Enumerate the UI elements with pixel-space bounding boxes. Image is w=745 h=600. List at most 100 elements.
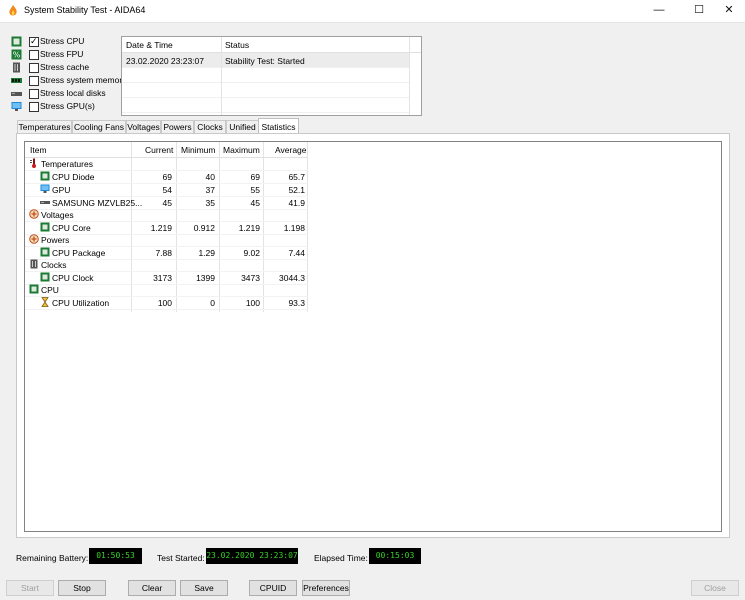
cpu-icon xyxy=(40,272,50,282)
status-log-empty-row xyxy=(122,68,409,83)
stress-fpu-checkbox[interactable] xyxy=(29,50,39,60)
minimum-value: 37 xyxy=(205,185,215,195)
maximum-value: 3473 xyxy=(241,273,260,283)
group-name: Temperatures xyxy=(41,159,93,169)
stress-cache-option[interactable]: Stress cache xyxy=(11,62,126,75)
stress-cpu-checkbox[interactable] xyxy=(29,36,39,47)
preferences-button[interactable]: Preferences xyxy=(302,580,350,596)
tab-temperatures[interactable]: Temperatures xyxy=(17,120,72,134)
stress-fpu-option[interactable]: % Stress FPU xyxy=(11,49,126,62)
status-log-table[interactable]: Date & Time Status 23.02.2020 23:23:07 S… xyxy=(121,36,422,116)
title-bar: System Stability Test - AIDA64 — ☐ ✕ xyxy=(0,0,745,23)
group-name: Voltages xyxy=(41,210,74,220)
cpu-icon xyxy=(29,284,39,294)
gpu-icon xyxy=(11,102,22,111)
voltage-icon xyxy=(29,209,39,219)
current-value: 100 xyxy=(157,298,172,308)
cpuid-button[interactable]: CPUID xyxy=(249,580,297,596)
minimize-icon: — xyxy=(653,4,665,16)
current-value: 7.88 xyxy=(155,248,172,258)
stat-row[interactable]: CPU Utilization 100 0 100 93.3 xyxy=(25,297,308,310)
item-name: GPU xyxy=(52,185,71,195)
stress-disks-option[interactable]: Stress local disks xyxy=(11,88,126,101)
stop-button[interactable]: Stop xyxy=(58,580,106,596)
group-row-cpu[interactable]: CPU xyxy=(25,284,308,297)
average-column-header[interactable]: Average xyxy=(275,145,307,155)
stat-row[interactable]: GPU 54 37 55 52.1 xyxy=(25,184,308,197)
stress-cache-checkbox[interactable] xyxy=(29,63,39,73)
status-column-divider xyxy=(409,37,410,115)
status-column-divider xyxy=(221,37,222,115)
svg-text:%: % xyxy=(13,51,21,60)
status-log-row[interactable]: 23.02.2020 23:23:07 Stability Test: Star… xyxy=(122,53,409,68)
stress-cpu-label: Stress CPU xyxy=(40,36,85,46)
average-value: 52.1 xyxy=(288,185,305,195)
minimize-button[interactable]: — xyxy=(643,0,675,22)
minimum-value: 1399 xyxy=(196,273,215,283)
close-window-button[interactable]: ✕ xyxy=(713,0,745,22)
statistics-panel: Item Current Minimum Maximum Average Tem… xyxy=(16,133,730,538)
thermometer-icon xyxy=(30,158,36,168)
group-row-voltages[interactable]: Voltages xyxy=(25,209,308,222)
status-column-header[interactable]: Status xyxy=(225,40,249,50)
start-button[interactable]: Start xyxy=(6,580,54,596)
stress-disks-checkbox[interactable] xyxy=(29,89,39,99)
minimum-value: 0.912 xyxy=(193,223,215,233)
group-row-clocks[interactable]: Clocks xyxy=(25,259,308,272)
save-button[interactable]: Save xyxy=(180,580,228,596)
current-value: 45 xyxy=(162,198,172,208)
window-title: System Stability Test - AIDA64 xyxy=(24,5,146,15)
item-name: SAMSUNG MZVLB25... xyxy=(52,198,143,208)
close-button[interactable]: Close xyxy=(691,580,739,596)
stress-fpu-label: Stress FPU xyxy=(40,49,84,59)
stress-memory-label: Stress system memory xyxy=(40,75,127,85)
stress-memory-checkbox[interactable] xyxy=(29,76,39,86)
minimum-value: 1.29 xyxy=(198,248,215,258)
tab-unified[interactable]: Unified xyxy=(226,120,259,134)
item-name: CPU Package xyxy=(52,248,106,258)
elapsed-time-display: 00:15:03 xyxy=(369,548,421,564)
maximum-value: 69 xyxy=(250,172,260,182)
maximum-column-header[interactable]: Maximum xyxy=(223,145,260,155)
stress-gpu-checkbox[interactable] xyxy=(29,102,39,112)
battery-label: Remaining Battery: xyxy=(16,553,89,563)
item-column-header[interactable]: Item xyxy=(30,145,47,155)
maximum-value: 45 xyxy=(250,198,260,208)
status-log-empty-row xyxy=(122,98,409,113)
disk-icon xyxy=(40,201,50,204)
stress-gpu-label: Stress GPU(s) xyxy=(40,101,95,111)
tab-cooling-fans[interactable]: Cooling Fans xyxy=(72,120,126,134)
datetime-column-header[interactable]: Date & Time xyxy=(126,40,173,50)
minimum-column-header[interactable]: Minimum xyxy=(181,145,215,155)
item-name: CPU Core xyxy=(52,223,91,233)
current-column-header[interactable]: Current xyxy=(145,145,173,155)
average-value: 3044.3 xyxy=(279,273,305,283)
maximize-icon: ☐ xyxy=(694,4,704,16)
tab-powers[interactable]: Powers xyxy=(161,120,194,134)
power-icon xyxy=(29,234,39,244)
tab-voltages[interactable]: Voltages xyxy=(126,120,161,134)
current-value: 3173 xyxy=(153,273,172,283)
statistics-header: Item Current Minimum Maximum Average xyxy=(25,142,308,158)
stress-cpu-option[interactable]: Stress CPU xyxy=(11,36,126,49)
cache-icon xyxy=(13,62,20,73)
minimum-value: 0 xyxy=(210,298,215,308)
group-row-temperatures[interactable]: Temperatures xyxy=(25,158,308,171)
close-icon: ✕ xyxy=(724,4,734,16)
maximize-button[interactable]: ☐ xyxy=(683,0,715,22)
statistics-grid[interactable]: Item Current Minimum Maximum Average Tem… xyxy=(24,141,722,532)
maximum-value: 100 xyxy=(245,298,260,308)
stress-memory-option[interactable]: Stress system memory xyxy=(11,75,126,88)
average-value: 41.9 xyxy=(288,198,305,208)
clock-icon xyxy=(30,259,38,269)
group-name: Powers xyxy=(41,235,70,245)
stress-gpu-option[interactable]: Stress GPU(s) xyxy=(11,101,126,114)
current-value: 1.219 xyxy=(150,223,172,233)
clear-button[interactable]: Clear xyxy=(128,580,176,596)
maximum-value: 9.02 xyxy=(243,248,260,258)
fpu-icon: % xyxy=(11,49,22,60)
item-name: CPU Diode xyxy=(52,172,95,182)
tab-clocks[interactable]: Clocks xyxy=(194,120,226,134)
group-row-powers[interactable]: Powers xyxy=(25,234,308,247)
stat-row[interactable]: CPU Diode 69 40 69 65.7 xyxy=(25,171,308,184)
